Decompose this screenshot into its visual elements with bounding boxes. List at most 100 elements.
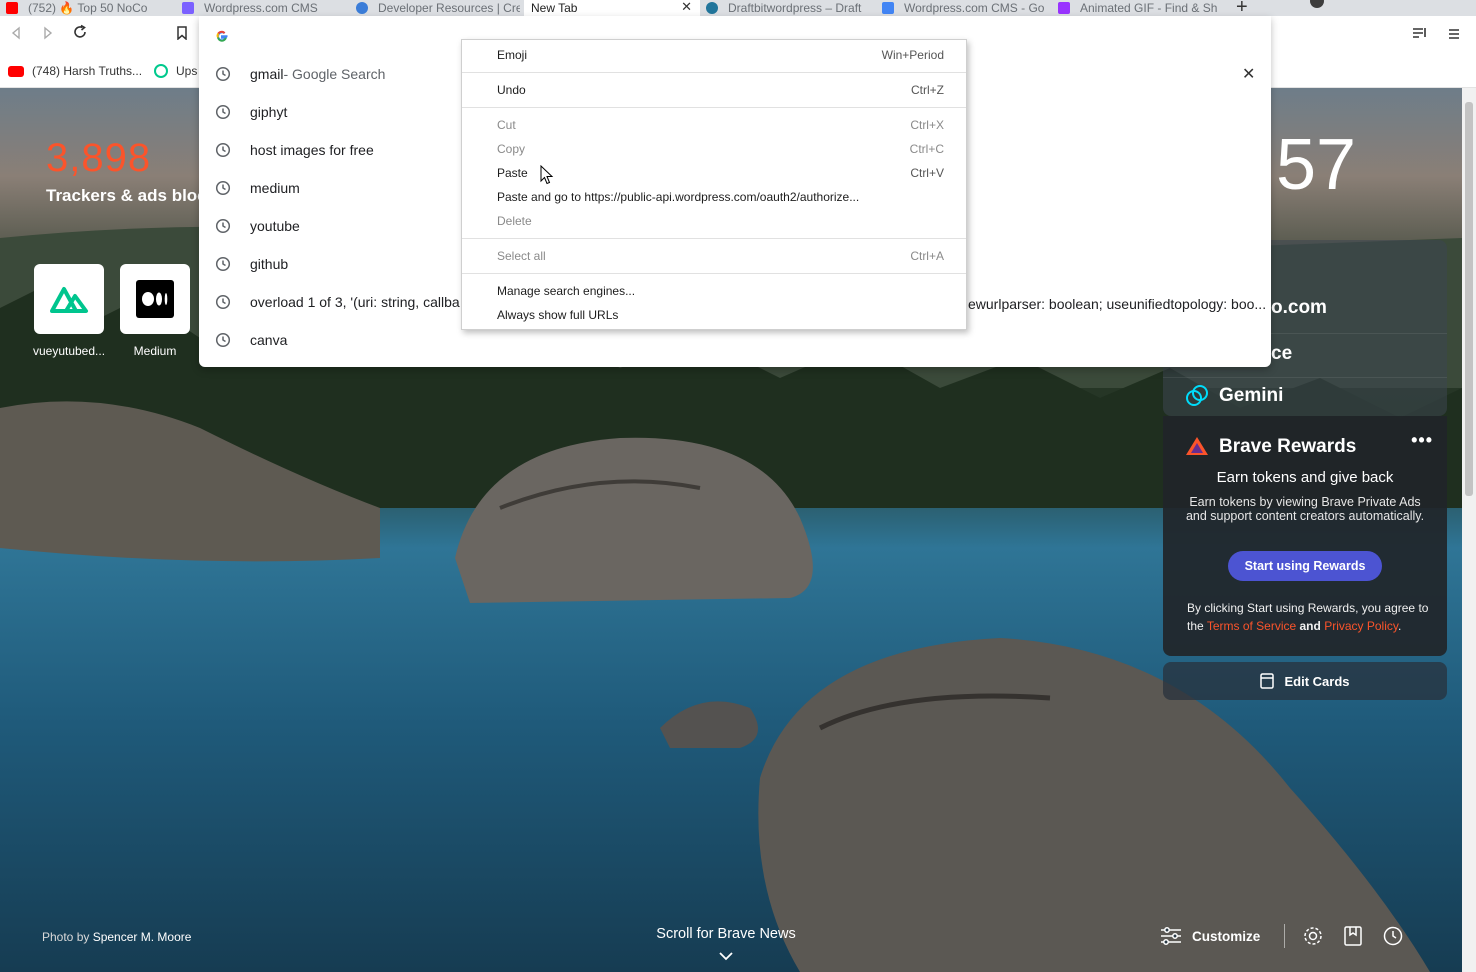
rewards-description: Earn tokens by viewing Brave Private Ads… xyxy=(1185,495,1425,523)
history-clock-icon xyxy=(215,180,233,196)
suggestion-text: giphyt xyxy=(250,104,288,120)
menu-item-emoji[interactable]: Emoji Win+Period xyxy=(497,44,944,66)
settings-gear-icon[interactable] xyxy=(1301,924,1325,948)
suggestion-text: gmail xyxy=(250,66,284,82)
menu-item-undo[interactable]: Undo Ctrl+Z xyxy=(497,79,944,101)
edit-cards-label: Edit Cards xyxy=(1284,673,1350,689)
menu-item-copy[interactable]: Copy Ctrl+C xyxy=(497,138,944,160)
history-clock-icon xyxy=(215,104,233,120)
menu-icon[interactable] xyxy=(1442,24,1466,48)
edit-cards-icon xyxy=(1260,673,1275,689)
history-icon[interactable] xyxy=(1381,924,1405,948)
bookmark-harsh-truths[interactable]: (748) Harsh Truths... xyxy=(8,64,142,78)
trackers-blocked-label: Trackers & ads bloc xyxy=(46,186,207,205)
trackers-blocked-count: 3,898 xyxy=(46,136,152,180)
cube-icon xyxy=(182,2,194,14)
bookmark-icon[interactable] xyxy=(170,24,194,48)
tab-search-dropdown-icon[interactable] xyxy=(1310,0,1324,8)
document-icon xyxy=(882,2,894,14)
menu-item-label: Paste and go to https://public-api.wordp… xyxy=(497,190,860,204)
more-options-icon[interactable]: ••• xyxy=(1411,430,1433,451)
terms-of-service-link[interactable]: Terms of Service xyxy=(1207,619,1296,633)
history-clock-icon xyxy=(215,332,233,348)
menu-item-label: Select all xyxy=(497,249,546,263)
reload-icon[interactable] xyxy=(68,24,92,48)
tab-animated-gif[interactable]: Animated GIF - Find & Sh xyxy=(1058,0,1218,16)
tab-wordpress-cms[interactable]: Wordpress.com CMS xyxy=(182,0,342,16)
menu-item-always-show-full-urls[interactable]: Always show full URLs xyxy=(497,304,944,326)
customize-button[interactable]: Customize xyxy=(1192,929,1260,944)
menu-separator xyxy=(462,273,966,274)
gemini-icon xyxy=(1185,384,1209,408)
tab-strip: (752) 🔥 Top 50 NoCo Wordpress.com CMS De… xyxy=(0,0,1476,16)
rewards-subtitle: Earn tokens and give back xyxy=(1216,469,1394,486)
suggestion-text: youtube xyxy=(250,218,300,234)
youtube-icon xyxy=(8,65,24,77)
footer-actions: Customize xyxy=(1160,922,1421,950)
context-menu: Emoji Win+Period Undo Ctrl+Z Cut Ctrl+X Cop… xyxy=(461,39,967,330)
menu-item-select-all[interactable]: Select all Ctrl+A xyxy=(497,245,944,267)
forward-arrow-icon[interactable] xyxy=(36,24,60,48)
suggestion-text: host images for free xyxy=(250,142,374,158)
history-clock-icon xyxy=(215,294,233,310)
menu-item-shortcut: Ctrl+C xyxy=(909,142,944,156)
menu-item-paste[interactable]: Paste Ctrl+V xyxy=(497,162,944,184)
menu-item-delete[interactable]: Delete xyxy=(497,210,944,232)
edit-cards-button[interactable]: Edit Cards xyxy=(1163,662,1447,700)
history-clock-icon xyxy=(215,256,233,272)
top-site-label: vueyutubed... xyxy=(32,344,106,358)
menu-item-shortcut: Ctrl+X xyxy=(910,118,944,132)
close-tab-icon[interactable]: ✕ xyxy=(681,0,692,14)
top-site-vueyutubed[interactable] xyxy=(34,264,104,334)
footer-divider xyxy=(1284,924,1286,948)
menu-item-label: Delete xyxy=(497,214,532,228)
bookmark-upstash[interactable]: Ups xyxy=(154,64,197,78)
menu-item-shortcut: Ctrl+A xyxy=(910,249,944,263)
youtube-icon xyxy=(6,2,18,14)
tab-draftbitwordpress[interactable]: Draftbitwordpress – Draft xyxy=(706,0,870,16)
widget-gemini[interactable]: Gemini xyxy=(1163,376,1447,416)
scrollbar-thumb[interactable] xyxy=(1465,102,1473,496)
suggestion-text: medium xyxy=(250,180,300,196)
giphy-icon xyxy=(1058,2,1070,14)
legal-and: and xyxy=(1296,619,1325,633)
widget-row-label: o.com xyxy=(1271,297,1327,318)
chevron-down-icon[interactable] xyxy=(718,950,734,964)
tab-label: New Tab xyxy=(531,1,578,15)
sliders-icon[interactable] xyxy=(1160,926,1182,946)
tab-label: Animated GIF - Find & Sh xyxy=(1080,1,1218,15)
menu-separator xyxy=(462,107,966,108)
menu-item-label: Undo xyxy=(497,83,526,97)
menu-item-paste-and-go[interactable]: Paste and go to https://public-api.wordp… xyxy=(497,186,944,208)
menu-item-shortcut: Win+Period xyxy=(881,48,944,62)
menu-item-cut[interactable]: Cut Ctrl+X xyxy=(497,114,944,136)
tab-label: Wordpress.com CMS xyxy=(204,1,318,15)
tab-youtube[interactable]: (752) 🔥 Top 50 NoCo xyxy=(6,0,166,16)
rewards-legal-text: By clicking Start using Rewards, you agr… xyxy=(1187,599,1431,635)
widget-row-label: ce xyxy=(1271,343,1293,364)
top-site-label: Medium xyxy=(133,344,177,358)
tab-new-tab[interactable]: New Tab ✕ xyxy=(524,0,700,16)
privacy-policy-link[interactable]: Privacy Policy xyxy=(1324,619,1398,633)
start-using-rewards-button[interactable]: Start using Rewards xyxy=(1228,551,1382,581)
menu-item-manage-search-engines[interactable]: Manage search engines... xyxy=(497,280,944,302)
menu-item-label: Always show full URLs xyxy=(497,308,619,322)
tab-label: (752) 🔥 Top 50 NoCo xyxy=(28,1,148,15)
menu-item-shortcut: Ctrl+V xyxy=(910,166,944,180)
brave-rewards-logo-icon xyxy=(1185,436,1209,461)
reading-list-icon[interactable] xyxy=(1408,24,1432,48)
top-site-medium[interactable] xyxy=(120,264,190,334)
tab-label: Wordpress.com CMS - Go xyxy=(904,1,1045,15)
bookmark-label: (748) Harsh Truths... xyxy=(32,64,143,78)
page-scrollbar[interactable] xyxy=(1462,88,1476,972)
suggestion-subtext: - Google Search xyxy=(283,66,386,82)
suggestion-text: canva xyxy=(250,332,288,348)
back-arrow-icon[interactable] xyxy=(4,24,28,48)
bookmarks-icon[interactable] xyxy=(1341,924,1365,948)
new-tab-plus-icon[interactable]: + xyxy=(1236,0,1248,16)
history-clock-icon xyxy=(215,142,233,158)
tab-wordpress-docs[interactable]: Wordpress.com CMS - Go xyxy=(882,0,1046,16)
menu-separator xyxy=(462,238,966,239)
tab-developer-resources[interactable]: Developer Resources | Cre xyxy=(356,0,520,16)
mouse-cursor-icon xyxy=(540,164,554,190)
